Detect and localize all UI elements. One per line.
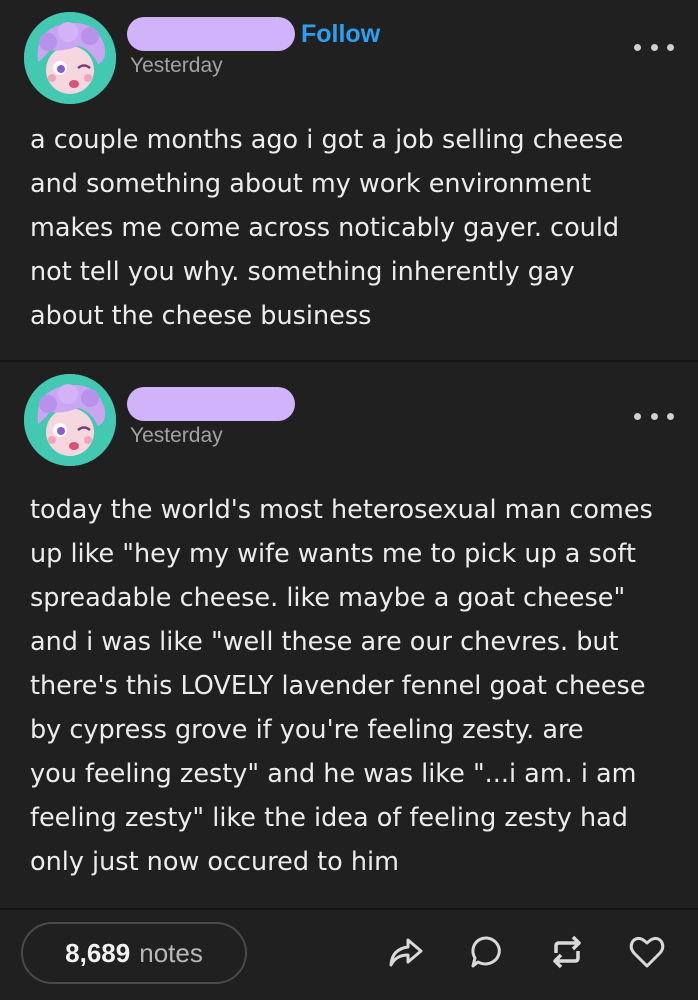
notes-count: 8,689: [65, 937, 131, 968]
notes-label: notes: [139, 937, 203, 968]
speech-bubble-icon[interactable]: [467, 932, 507, 972]
post-line: feeling zesty" like the idea of feeling …: [30, 803, 628, 833]
avatar[interactable]: [24, 374, 116, 466]
share-arrow-icon[interactable]: [386, 932, 426, 972]
post-line: about the cheese business: [30, 301, 372, 331]
avatar[interactable]: [24, 12, 116, 104]
post-line: you feeling zesty" and he was like "...i…: [30, 759, 637, 789]
post-body: a couple months ago i got a job selling …: [30, 118, 680, 338]
more-options-icon[interactable]: [634, 406, 674, 426]
username-redacted[interactable]: [127, 17, 295, 51]
username-redacted[interactable]: [127, 387, 295, 421]
post-1: Follow Yesterday a couple months ago i g…: [0, 0, 698, 360]
post-line: not tell you why. something inherently g…: [30, 257, 575, 287]
more-options-icon[interactable]: [634, 37, 674, 57]
post-timestamp[interactable]: Yesterday: [130, 424, 223, 448]
avatar-art: [24, 374, 116, 466]
footer-divider: [0, 908, 698, 910]
post-line: up like "hey my wife wants me to pick up…: [30, 539, 636, 569]
notes-button[interactable]: 8,689 notes: [21, 922, 247, 984]
post-line: there's this LOVELY lavender fennel goat…: [30, 671, 646, 701]
post-line: only just now occured to him: [30, 847, 399, 877]
post-line: and something about my work environment: [30, 169, 592, 199]
post-line: a couple months ago i got a job selling …: [30, 125, 624, 155]
reblog-icon[interactable]: [547, 932, 587, 972]
post-line: and i was like "well these are our chevr…: [30, 627, 619, 657]
post-line: today the world's most heterosexual man …: [30, 495, 653, 525]
follow-button[interactable]: Follow: [301, 20, 380, 49]
heart-icon[interactable]: [627, 932, 667, 972]
post-body: today the world's most heterosexual man …: [30, 488, 680, 884]
post-timestamp[interactable]: Yesterday: [130, 54, 223, 78]
post-2: Yesterday today the world's most heteros…: [0, 362, 698, 908]
post-line: makes me come across noticably gayer. co…: [30, 213, 620, 243]
post-line: spreadable cheese. like maybe a goat che…: [30, 583, 626, 613]
post-line: by cypress grove if you're feeling zesty…: [30, 715, 584, 745]
avatar-art: [24, 12, 116, 104]
